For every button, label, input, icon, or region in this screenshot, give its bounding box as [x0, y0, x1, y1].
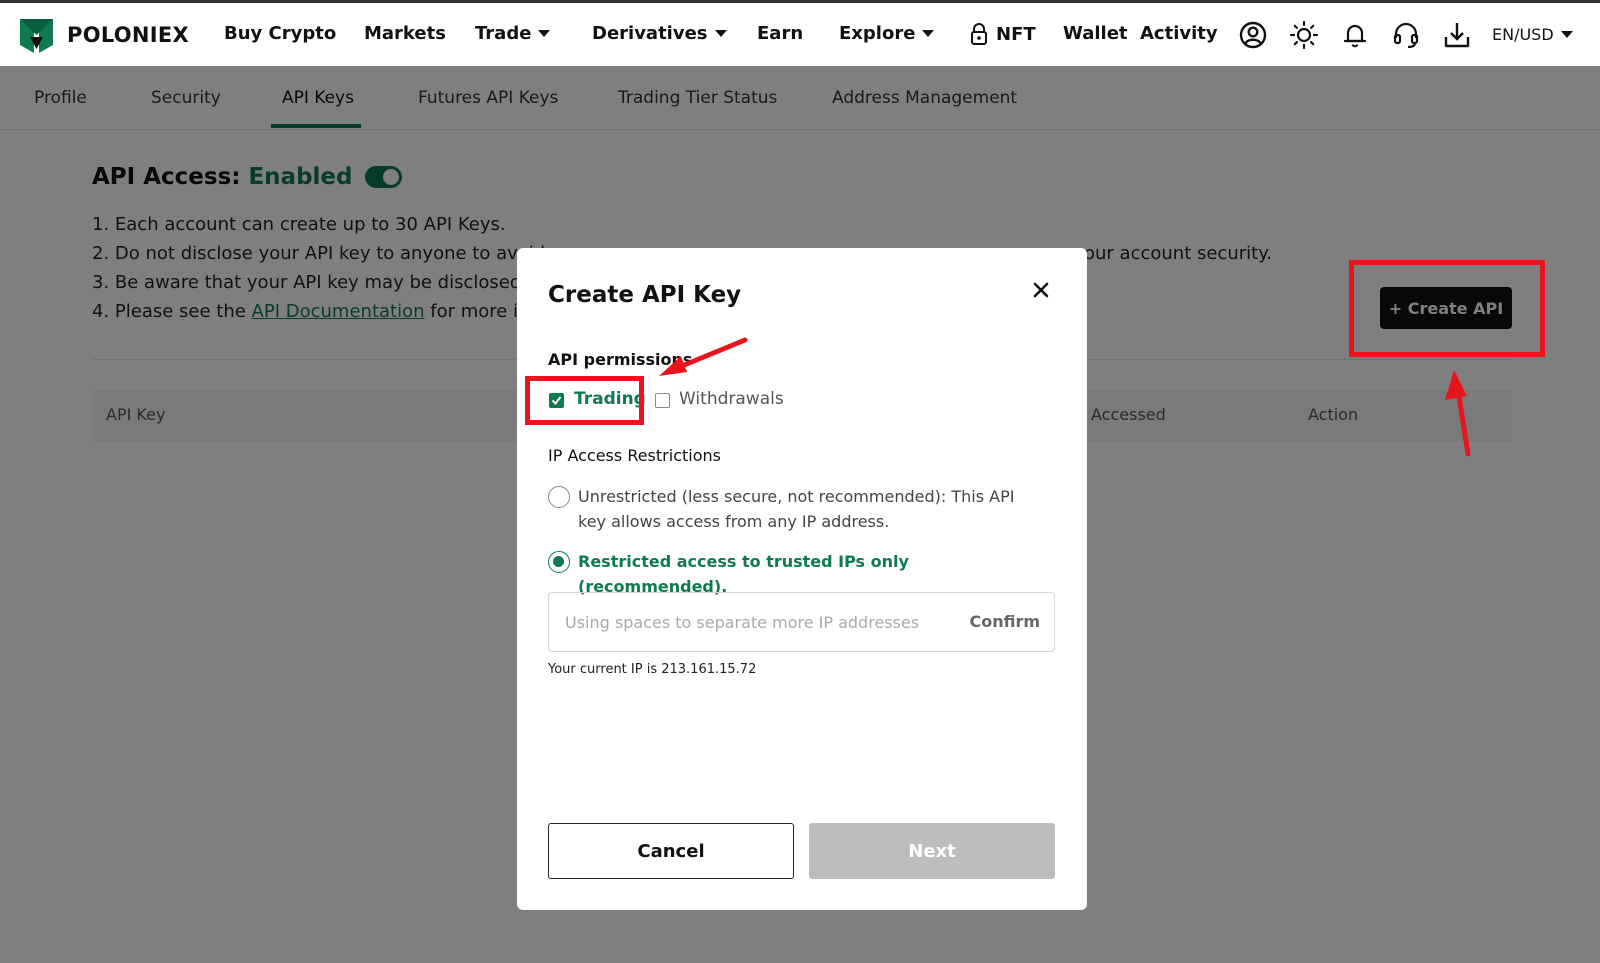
caret-down-icon	[714, 30, 727, 37]
arrow-to-trading-icon	[659, 337, 748, 376]
arrow-to-create-api-icon	[1445, 370, 1471, 457]
nav-label: Earn	[757, 23, 804, 44]
withdrawals-label[interactable]: Withdrawals	[679, 389, 784, 409]
nav-label: NFT	[996, 23, 1036, 45]
restricted-radio[interactable]	[548, 551, 570, 573]
cancel-button[interactable]: Cancel	[548, 823, 794, 879]
nav-wallet[interactable]: Wallet	[1063, 23, 1128, 44]
confirm-ip-button[interactable]: Confirm	[969, 612, 1040, 631]
top-navbar: POLONIEX Buy Crypto Markets Trade Deriva…	[0, 0, 1600, 66]
nav-label: Trade	[475, 23, 532, 44]
nav-explore[interactable]: Explore	[839, 23, 935, 44]
locale-label: EN/USD	[1492, 25, 1554, 44]
current-ip-text: Your current IP is 213.161.15.72	[548, 662, 757, 677]
caret-down-icon	[1560, 31, 1573, 38]
dialog-title: Create API Key	[548, 282, 742, 308]
brand-name: POLONIEX	[67, 23, 190, 47]
create-api-highlight-box	[1349, 260, 1545, 357]
poloniex-logo-icon	[20, 19, 53, 53]
ip-address-field: Confirm	[548, 592, 1055, 652]
nav-activity[interactable]: Activity	[1140, 23, 1218, 44]
unrestricted-radio[interactable]	[548, 486, 570, 508]
nav-label: Buy Crypto	[224, 23, 337, 44]
nav-label: Activity	[1140, 23, 1218, 44]
unrestricted-option-label[interactable]: Unrestricted (less secure, not recommend…	[578, 484, 1018, 534]
next-button[interactable]: Next	[809, 823, 1055, 879]
nav-derivatives[interactable]: Derivatives	[592, 23, 727, 44]
headset-support-icon[interactable]	[1391, 20, 1421, 50]
nav-label: Derivatives	[592, 23, 708, 44]
nav-label: Wallet	[1063, 23, 1128, 44]
nav-label: Explore	[839, 23, 916, 44]
bell-icon[interactable]	[1340, 20, 1370, 50]
close-icon[interactable]	[1031, 280, 1051, 300]
lock-icon	[971, 23, 987, 45]
nav-nft[interactable]: NFT	[970, 23, 1036, 45]
trading-highlight-box	[525, 376, 644, 425]
nav-label: Markets	[364, 23, 446, 44]
nav-earn[interactable]: Earn	[757, 23, 803, 44]
caret-down-icon	[922, 30, 935, 37]
nav-markets[interactable]: Markets	[364, 23, 446, 44]
download-icon[interactable]	[1442, 20, 1472, 50]
create-api-key-dialog: Create API Key API permissions Trading W…	[517, 248, 1087, 910]
nav-buy-crypto[interactable]: Buy Crypto	[224, 23, 336, 44]
nav-trade[interactable]: Trade	[475, 23, 551, 44]
withdrawals-checkbox[interactable]	[655, 393, 670, 408]
ip-restrictions-label: IP Access Restrictions	[548, 446, 721, 465]
caret-down-icon	[538, 30, 551, 37]
sun-theme-icon[interactable]	[1289, 20, 1319, 50]
locale-selector[interactable]: EN/USD	[1492, 25, 1573, 44]
user-account-icon[interactable]	[1238, 20, 1268, 50]
poloniex-logo[interactable]: POLONIEX	[20, 17, 189, 53]
ip-address-input[interactable]	[549, 593, 949, 651]
